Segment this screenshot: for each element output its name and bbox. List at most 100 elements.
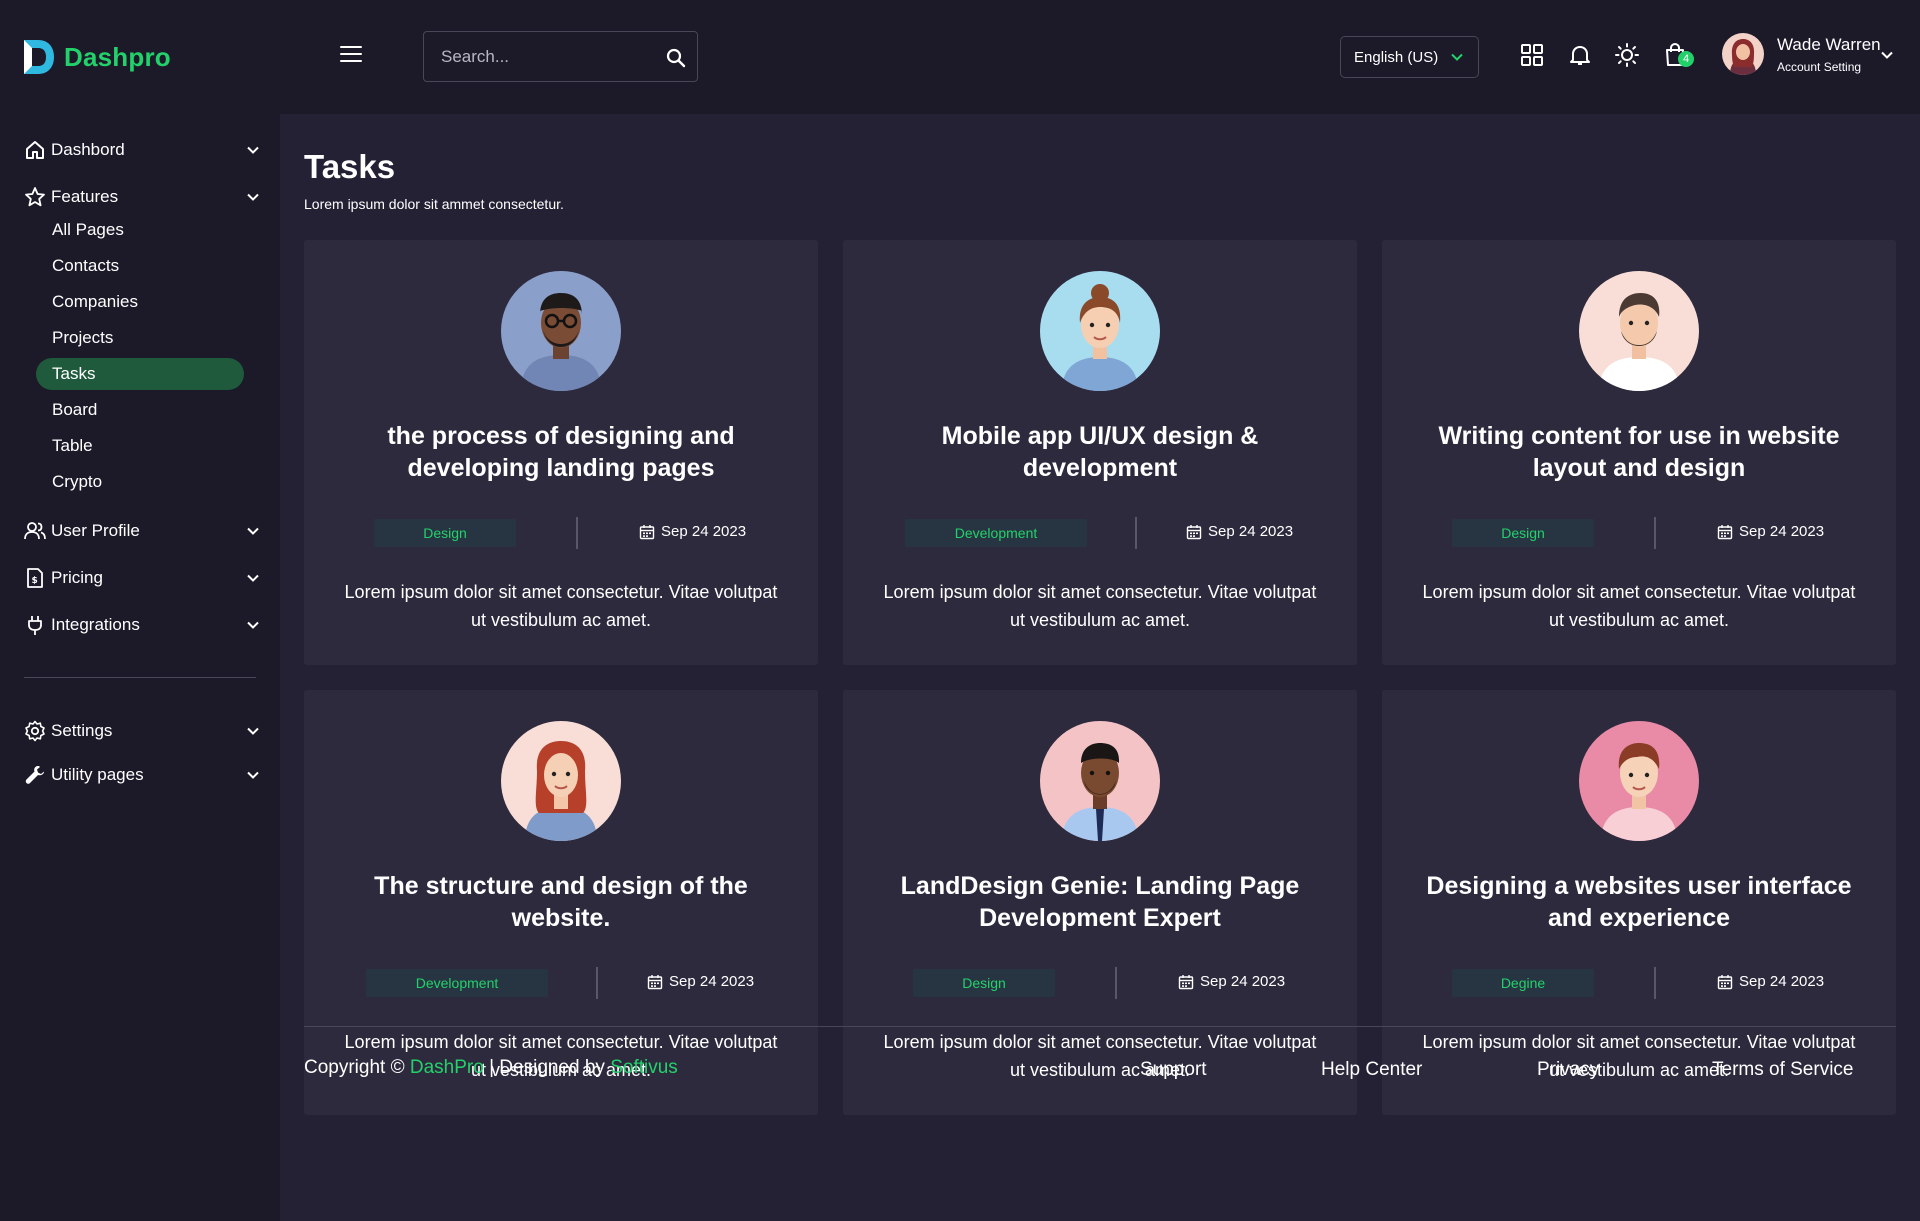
- avatar: [1579, 271, 1699, 391]
- designed-by-label: | Designed by: [489, 1057, 605, 1078]
- gear-icon: [25, 720, 45, 742]
- svg-text:$: $: [32, 576, 38, 586]
- apps-grid-icon[interactable]: [1519, 42, 1545, 68]
- chevron-down-icon: [247, 193, 259, 201]
- date-label: Sep 24 2023: [669, 973, 755, 990]
- sidebar-subitem-projects[interactable]: Projects: [36, 322, 244, 354]
- card-description: Lorem ipsum dolor sit amet consectetur. …: [883, 1032, 1317, 1080]
- footer-link-help-center[interactable]: Help Center: [1321, 1059, 1422, 1081]
- date-label: Sep 24 2023: [1739, 973, 1825, 990]
- wrench-icon: [25, 766, 44, 784]
- task-card[interactable]: The structure and design of the website.…: [304, 690, 818, 1115]
- copyright-prefix: Copyright ©: [304, 1057, 405, 1078]
- chevron-down-icon: [1451, 53, 1463, 61]
- brand-name: Dashpro: [64, 41, 171, 72]
- task-card[interactable]: the process of designing and developing …: [304, 240, 818, 665]
- chevron-down-icon: [1881, 51, 1893, 59]
- divider: [1654, 517, 1656, 549]
- chevron-down-icon: [247, 574, 259, 582]
- card-title: Designing a websites user interface and …: [1426, 872, 1852, 932]
- sidebar-item-features[interactable]: Features: [24, 182, 260, 212]
- chevron-down-icon: [247, 771, 259, 779]
- sidebar-item-label: Settings: [51, 721, 113, 740]
- user-avatar: [1722, 33, 1764, 75]
- brand-logo[interactable]: Dashpro: [22, 38, 171, 76]
- footer-copyright: Copyright © DashPro | Designed by Softiv…: [304, 1057, 678, 1079]
- category-tag: Design: [374, 519, 516, 547]
- task-card[interactable]: Writing content for use in website layou…: [1382, 240, 1896, 665]
- cart-button[interactable]: 4: [1662, 42, 1694, 68]
- page-title: Tasks: [304, 148, 396, 185]
- date-label: Sep 24 2023: [1208, 523, 1294, 540]
- task-date: Sep 24 2023: [1717, 523, 1824, 540]
- sidebar-item-dashboard[interactable]: Dashbord: [24, 135, 260, 165]
- sun-icon[interactable]: [1614, 42, 1640, 68]
- sidebar-item-settings[interactable]: Settings: [24, 716, 260, 746]
- sidebar: Dashbord Features All Pages Contacts Com…: [0, 114, 280, 1221]
- card-title: The structure and design of the website.: [374, 872, 748, 932]
- divider: [1115, 967, 1117, 999]
- avatar: [501, 721, 621, 841]
- sidebar-subitem-companies[interactable]: Companies: [36, 286, 244, 318]
- top-header: Dashpro English (US): [0, 0, 1920, 114]
- calendar-icon: [1717, 974, 1733, 989]
- cart-count-badge: 4: [1678, 51, 1694, 67]
- bell-icon[interactable]: [1567, 42, 1593, 68]
- calendar-icon: [1186, 524, 1202, 539]
- search-input[interactable]: [424, 46, 654, 67]
- footer-divider: [304, 1026, 1896, 1027]
- footer-link-terms[interactable]: Terms of Service: [1712, 1059, 1853, 1081]
- sidebar-item-label: Features: [51, 187, 119, 206]
- date-label: Sep 24 2023: [1200, 973, 1286, 990]
- category-tag: Development: [905, 519, 1087, 547]
- divider: [576, 517, 578, 549]
- task-card[interactable]: Mobile app UI/UX design & development De…: [843, 240, 1357, 665]
- footer-link-privacy[interactable]: Privacy: [1537, 1059, 1599, 1081]
- sidebar-subitem-all-pages[interactable]: All Pages: [36, 214, 244, 246]
- sidebar-item-user-profile[interactable]: User Profile: [24, 516, 260, 546]
- menu-toggle-icon[interactable]: [340, 46, 362, 62]
- card-description: Lorem ipsum dolor sit amet consectetur. …: [883, 582, 1317, 630]
- logo-mark-icon: [24, 40, 54, 74]
- task-date: Sep 24 2023: [647, 973, 754, 990]
- task-card[interactable]: LandDesign Genie: Landing Page Developme…: [843, 690, 1357, 1115]
- avatar: [1040, 271, 1160, 391]
- category-tag: Design: [1452, 519, 1594, 547]
- user-name: Wade Warren: [1777, 34, 1881, 54]
- calendar-icon: [647, 974, 663, 989]
- sidebar-subitem-table[interactable]: Table: [36, 430, 244, 462]
- sidebar-item-label: User Profile: [51, 521, 140, 540]
- sidebar-item-label: Integrations: [51, 615, 140, 634]
- search-box: [423, 31, 698, 82]
- sidebar-divider: [24, 677, 256, 678]
- plug-icon: [28, 616, 42, 635]
- sidebar-subitem-board[interactable]: Board: [36, 394, 244, 426]
- search-icon[interactable]: [665, 47, 687, 69]
- sidebar-subitem-tasks[interactable]: Tasks: [36, 358, 244, 390]
- brand-link[interactable]: DashPro: [410, 1057, 484, 1078]
- sidebar-subitem-crypto[interactable]: Crypto: [36, 466, 244, 498]
- sidebar-subitem-contacts[interactable]: Contacts: [36, 250, 244, 282]
- category-tag: Degine: [1452, 969, 1594, 997]
- company-link[interactable]: Softivus: [610, 1057, 678, 1078]
- sidebar-item-pricing[interactable]: $ Pricing: [24, 563, 260, 593]
- task-date: Sep 24 2023: [1186, 523, 1293, 540]
- date-label: Sep 24 2023: [661, 523, 747, 540]
- sidebar-item-utility-pages[interactable]: Utility pages: [24, 760, 260, 790]
- divider: [596, 967, 598, 999]
- task-card[interactable]: Designing a websites user interface and …: [1382, 690, 1896, 1115]
- language-label: English (US): [1354, 48, 1439, 66]
- calendar-icon: [1178, 974, 1194, 989]
- user-menu[interactable]: Wade Warren Account Setting: [1722, 33, 1893, 75]
- task-date: Sep 24 2023: [639, 523, 746, 540]
- divider: [1654, 967, 1656, 999]
- category-tag: Development: [366, 969, 548, 997]
- card-title: LandDesign Genie: Landing Page Developme…: [900, 872, 1300, 932]
- avatar: [1579, 721, 1699, 841]
- main-content: Tasks Lorem ipsum dolor sit ammet consec…: [280, 114, 1920, 1221]
- star-icon: [25, 187, 45, 207]
- task-date: Sep 24 2023: [1178, 973, 1285, 990]
- language-select[interactable]: English (US): [1340, 36, 1479, 78]
- footer-link-support[interactable]: Support: [1140, 1059, 1207, 1081]
- sidebar-item-integrations[interactable]: Integrations: [24, 610, 260, 640]
